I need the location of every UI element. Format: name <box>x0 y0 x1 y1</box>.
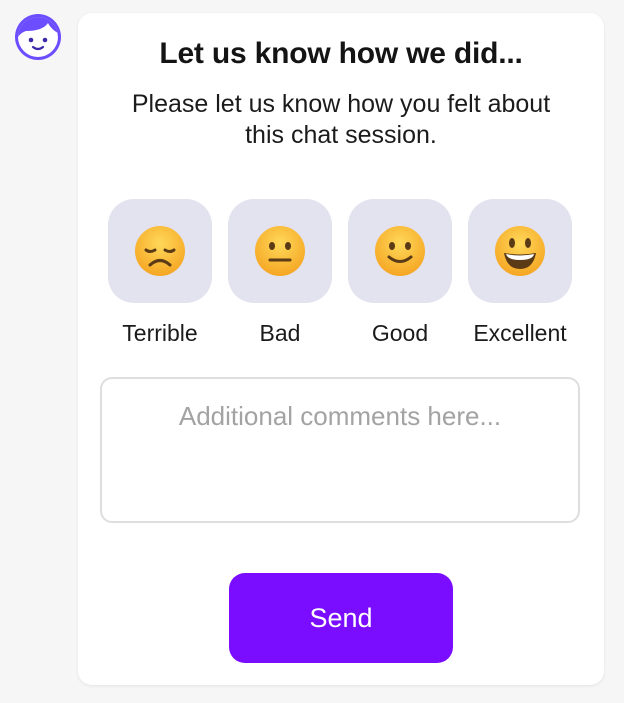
comments-input[interactable] <box>100 377 580 523</box>
rating-label: Bad <box>259 320 301 346</box>
rating-good[interactable]: Good <box>348 199 452 347</box>
disappointed-face-icon <box>135 226 185 276</box>
rating-tile[interactable] <box>108 199 212 303</box>
rating-terrible[interactable]: Terrible <box>108 199 212 347</box>
feedback-subtitle: Please let us know how you felt about th… <box>131 90 551 149</box>
feedback-title: Let us know how we did... <box>159 37 523 70</box>
feedback-card: Let us know how we did... Please let us … <box>78 13 604 685</box>
send-button[interactable]: Send <box>229 573 453 663</box>
rating-excellent[interactable]: Excellent <box>468 199 572 347</box>
bot-face-icon <box>15 14 61 60</box>
rating-tile[interactable] <box>468 199 572 303</box>
rating-label: Excellent <box>473 320 567 346</box>
neutral-face-icon <box>255 226 305 276</box>
rating-bad[interactable]: Bad <box>228 199 332 347</box>
rating-label: Good <box>371 320 429 346</box>
grinning-face-icon <box>495 226 545 276</box>
slightly-smiling-face-icon <box>375 226 425 276</box>
bot-avatar <box>14 13 62 61</box>
rating-label: Terrible <box>122 320 198 346</box>
rating-tile[interactable] <box>228 199 332 303</box>
rating-options: Terrible Bad Good Excellent <box>108 199 572 347</box>
rating-tile[interactable] <box>348 199 452 303</box>
